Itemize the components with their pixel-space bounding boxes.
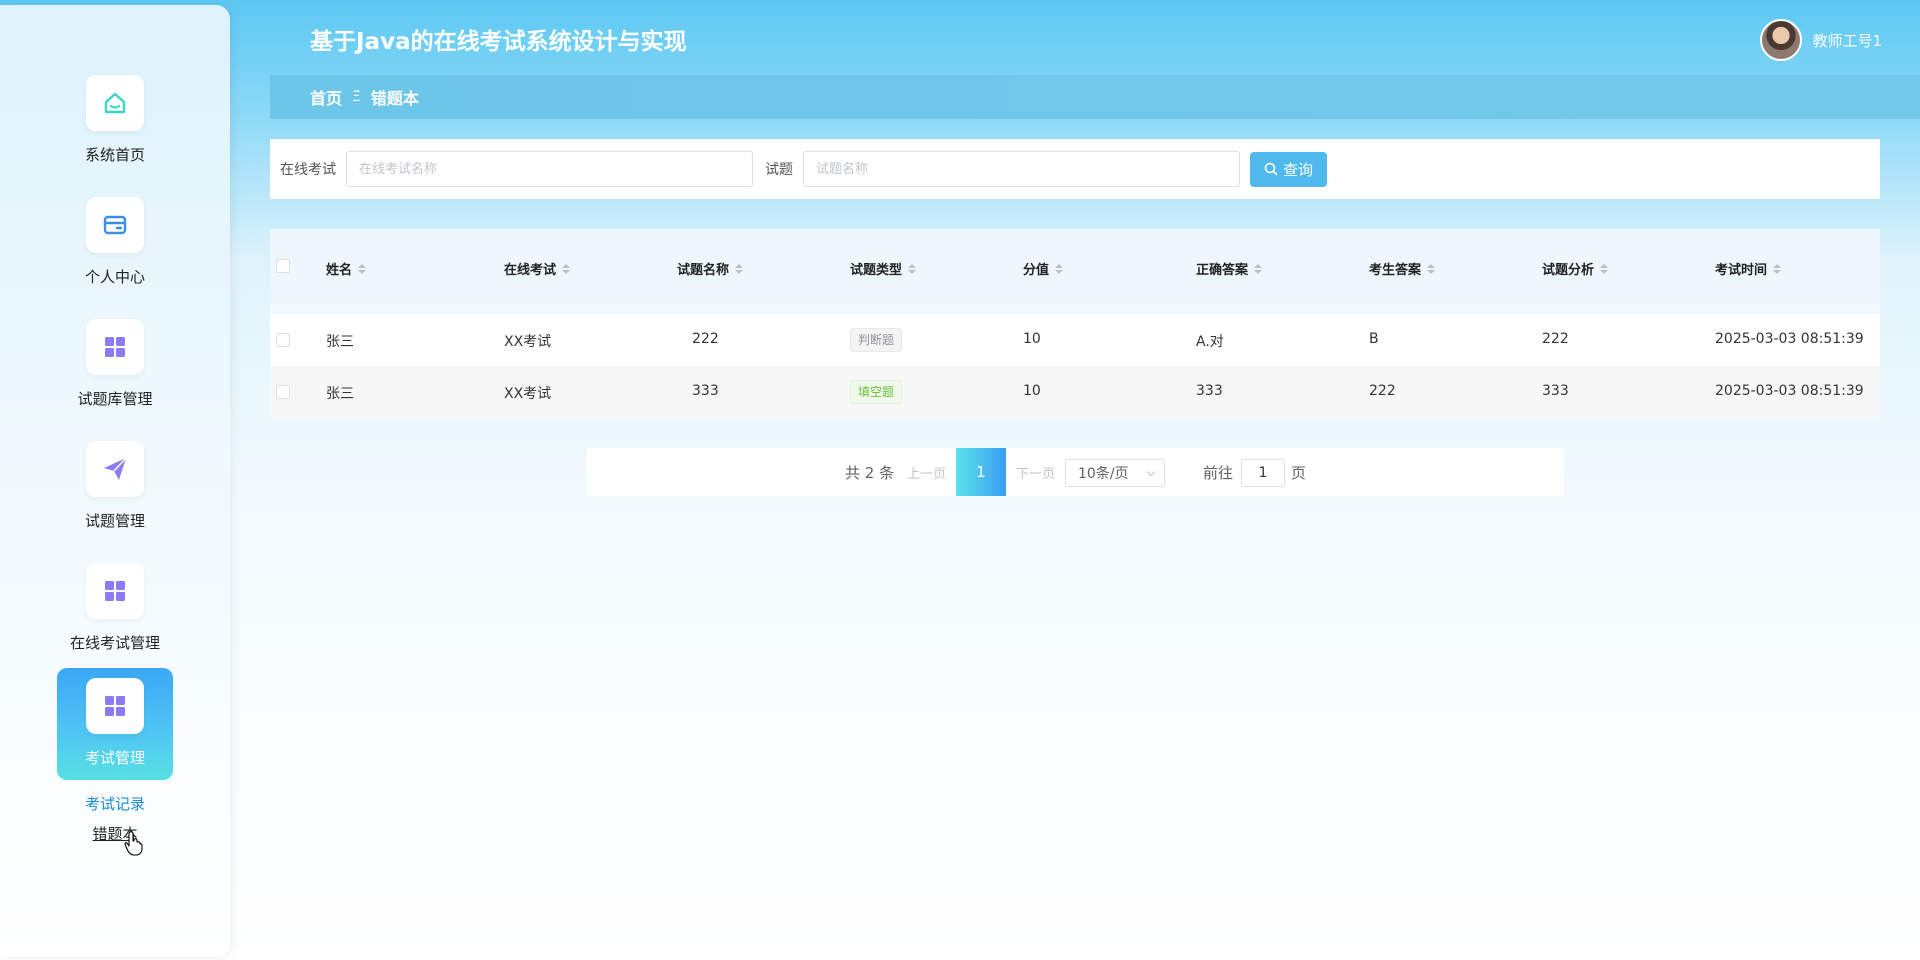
wallet-card-icon [86,197,144,253]
paper-plane-icon [86,441,144,497]
page-size-value: 10条/页 [1078,466,1129,482]
cell-correct-answer: A.对 [1196,334,1224,350]
page-number-button[interactable]: 1 [956,448,1006,496]
cell-correct-answer: 333 [1196,383,1223,399]
user-menu[interactable]: 教师工号1 [1760,19,1882,61]
grid-icon [86,319,144,375]
sidebar-item-label: 试题库管理 [77,390,153,408]
sidebar-item-home[interactable]: 系统首页 [57,65,173,177]
next-page-button[interactable]: 下一页 [1016,448,1055,496]
sort-icon[interactable] [1427,263,1436,274]
column-header-student-answer[interactable]: 考生答案 [1369,259,1436,278]
page-size-select[interactable]: 10条/页 [1065,459,1165,487]
sidebar-item-label: 在线考试管理 [69,634,160,652]
cell-student-answer: 222 [1369,383,1396,399]
table-row[interactable]: 张三 XX考试 222 判断题 10 A.对 B 222 2025-03-03 … [270,314,1880,366]
sort-icon[interactable] [908,263,917,274]
column-header-name[interactable]: 姓名 [326,259,367,278]
pagination: 共 2 条 上一页 1 下一页 10条/页 前往 1 页 [587,448,1564,496]
question-type-tag: 填空题 [850,380,903,404]
column-header-exam[interactable]: 在线考试 [504,259,571,278]
sidebar-item-label: 试题管理 [84,512,145,530]
app-title: 基于Java的在线考试系统设计与实现 [310,29,687,55]
row-checkbox[interactable] [276,385,290,399]
sort-icon[interactable] [1254,263,1263,274]
sidebar-item-label: 个人中心 [84,268,145,286]
sort-icon[interactable] [562,263,571,274]
table-header: 姓名 在线考试 试题名称 试题类型 分值 正确答案 考生答案 试题分析 考试时间 [270,229,1880,304]
sort-icon[interactable] [358,263,367,274]
question-search-label: 试题 [765,162,793,178]
grid-icon [86,678,144,734]
cell-name: 张三 [326,334,354,350]
column-header-analysis[interactable]: 试题分析 [1542,259,1609,278]
select-all-checkbox[interactable] [276,259,290,273]
sort-icon[interactable] [1773,263,1782,274]
hand-cursor-icon [124,831,143,856]
cell-student-answer: B [1369,331,1379,347]
question-search-input[interactable] [803,151,1240,187]
prev-page-button[interactable]: 上一页 [907,448,946,496]
breadcrumb-home[interactable]: 首页 [310,85,342,109]
goto-unit-label: 页 [1291,463,1307,482]
table-row[interactable]: 张三 XX考试 333 填空题 10 333 222 333 2025-03-0… [270,366,1880,418]
column-header-score[interactable]: 分值 [1023,259,1064,278]
user-name[interactable]: 教师工号1 [1812,30,1882,51]
goto-label: 前往 [1203,463,1234,482]
avatar[interactable] [1760,19,1803,61]
cell-analysis: 333 [1542,383,1569,399]
cell-exam: XX考试 [504,334,552,350]
breadcrumb-separator: Ξ [352,89,361,105]
pagination-total: 共 2 条 [845,463,895,482]
sidebar-item-label: 考试管理 [84,749,145,767]
chevron-down-icon [1146,467,1156,477]
sidebar-item-label: 系统首页 [84,146,145,164]
submenu-exam-records[interactable]: 考试记录 [0,793,230,814]
question-type-tag: 判断题 [850,328,903,352]
sidebar-item-questions[interactable]: 试题管理 [57,431,173,543]
cell-analysis: 222 [1542,331,1569,347]
submenu-wrong-questions[interactable]: 错题本 [0,823,230,844]
sidebar-item-question-bank[interactable]: 试题库管理 [57,309,173,421]
column-header-exam-time[interactable]: 考试时间 [1715,259,1782,278]
breadcrumb-current: 错题本 [370,89,419,108]
search-button[interactable]: 查询 [1250,151,1327,187]
cell-name: 张三 [326,386,354,402]
cell-exam: XX考试 [504,386,552,402]
column-header-question[interactable]: 试题名称 [677,259,744,278]
sidebar-item-exam-management[interactable]: 考试管理 [57,668,173,780]
search-button-label: 查询 [1282,161,1313,179]
sidebar: 系统首页 个人中心 试题库管理 试题管理 在线考试管理 考试管理 考试记录 错题… [0,5,230,957]
cell-question: 333 [692,383,719,399]
sidebar-item-online-exam[interactable]: 在线考试管理 [57,553,173,665]
search-icon [1264,162,1278,176]
column-header-type[interactable]: 试题类型 [850,259,917,278]
cell-score: 10 [1023,331,1041,347]
home-icon [86,75,144,131]
sidebar-item-profile[interactable]: 个人中心 [57,187,173,299]
cell-exam-time: 2025-03-03 08:51:39 [1715,383,1864,399]
row-checkbox[interactable] [276,333,290,347]
goto-page-input[interactable]: 1 [1241,459,1285,487]
cell-score: 10 [1023,383,1041,399]
sort-icon[interactable] [735,263,744,274]
search-panel: 在线考试 试题 查询 [270,139,1880,199]
cell-exam-time: 2025-03-03 08:51:39 [1715,331,1864,347]
breadcrumb: 首页 Ξ 错题本 [270,75,1920,119]
exam-search-input[interactable] [346,151,753,187]
exam-search-label: 在线考试 [280,162,336,178]
sort-icon[interactable] [1600,263,1609,274]
grid-icon [86,563,144,619]
column-header-correct-answer[interactable]: 正确答案 [1196,259,1263,278]
sort-icon[interactable] [1055,263,1064,274]
cell-question: 222 [692,331,719,347]
